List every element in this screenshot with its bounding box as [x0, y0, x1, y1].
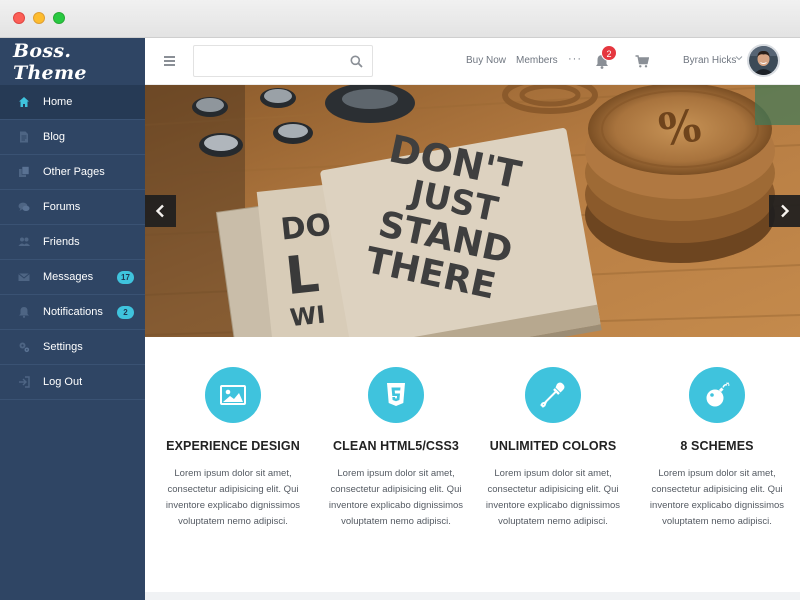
top-bar: Buy Now Members ··· 2 Byran Hicks	[145, 38, 800, 85]
minimize-window-button[interactable]	[33, 12, 45, 24]
feature-card: 8 SCHEMES Lorem ipsum dolor sit amet, co…	[629, 337, 793, 592]
feature-description: Lorem ipsum dolor sit amet, consectetur …	[328, 468, 464, 527]
sidebar-item-friends[interactable]: Friends	[0, 225, 145, 260]
chevron-down-icon[interactable]	[735, 54, 743, 62]
svg-text:L: L	[283, 244, 322, 307]
sidebar-item-label: Blog	[43, 131, 66, 143]
sidebar-item-label: Forums	[43, 201, 81, 213]
search-input[interactable]	[200, 52, 340, 70]
maximize-window-button[interactable]	[53, 12, 65, 24]
people-icon	[18, 237, 30, 246]
sidebar: Boss. Theme Home Blog Other Pages Forums…	[0, 38, 145, 600]
bomb-icon	[706, 382, 730, 407]
feature-icon-circle	[368, 367, 424, 423]
slider-prev-button[interactable]	[145, 195, 176, 227]
sidebar-item-settings[interactable]: Settings	[0, 330, 145, 365]
feature-title: UNLIMITED COLORS	[489, 439, 617, 453]
mail-icon	[18, 273, 30, 281]
sidebar-item-messages[interactable]: Messages 17	[0, 260, 145, 295]
pages-icon	[19, 166, 30, 177]
sidebar-item-label: Messages	[43, 271, 94, 283]
chevron-left-icon	[155, 204, 164, 218]
avatar[interactable]	[747, 44, 780, 77]
svg-text:WI: WI	[289, 301, 327, 333]
search-box	[193, 45, 373, 77]
close-window-button[interactable]	[13, 12, 25, 24]
svg-text:%: %	[656, 100, 705, 156]
document-icon	[20, 131, 28, 143]
buy-now-link[interactable]: Buy Now	[466, 55, 506, 66]
notifications-count-badge: 2	[117, 306, 134, 319]
menu-toggle-icon[interactable]	[164, 56, 175, 66]
sidebar-item-log-out[interactable]: Log Out	[0, 365, 145, 400]
bell-icon	[19, 307, 29, 318]
sidebar-item-forums[interactable]: Forums	[0, 190, 145, 225]
notification-count-badge: 2	[601, 45, 617, 61]
window-titlebar	[0, 0, 800, 38]
svg-text:DO: DO	[279, 207, 333, 247]
sidebar-item-label: Friends	[43, 236, 80, 248]
feature-description: Lorem ipsum dolor sit amet, consectetur …	[649, 468, 785, 527]
more-menu-button[interactable]: ···	[568, 53, 582, 65]
hero-slider: % DO L WI DON'T JUST STAND THERE	[145, 85, 800, 337]
sidebar-item-other-pages[interactable]: Other Pages	[0, 155, 145, 190]
image-icon	[220, 385, 246, 405]
sidebar-item-home[interactable]: Home	[0, 85, 145, 120]
members-link[interactable]: Members	[516, 55, 558, 66]
feature-description: Lorem ipsum dolor sit amet, consectetur …	[485, 468, 621, 527]
logout-icon	[19, 376, 30, 388]
chat-icon	[18, 202, 30, 211]
content-bottom-edge	[145, 592, 800, 600]
feature-card: EXPERIENCE DESIGN Lorem ipsum dolor sit …	[145, 337, 309, 592]
chevron-right-icon	[781, 204, 790, 218]
feature-title: EXPERIENCE DESIGN	[166, 439, 300, 453]
sidebar-item-label: Settings	[43, 341, 83, 353]
feature-icon-circle	[525, 367, 581, 423]
eyedropper-icon	[540, 382, 565, 408]
html5-icon	[387, 383, 405, 406]
sidebar-item-notifications[interactable]: Notifications 2	[0, 295, 145, 330]
hero-image: % DO L WI DON'T JUST STAND THERE	[145, 85, 800, 337]
sidebar-item-blog[interactable]: Blog	[0, 120, 145, 155]
feature-icon-circle	[689, 367, 745, 423]
search-icon[interactable]	[350, 55, 363, 68]
cart-icon[interactable]	[635, 55, 649, 68]
sidebar-item-label: Notifications	[43, 306, 103, 318]
feature-card: CLEAN HTML5/CSS3 Lorem ipsum dolor sit a…	[308, 337, 472, 592]
sidebar-item-label: Log Out	[43, 376, 83, 388]
brand-logo[interactable]: Boss. Theme	[0, 38, 145, 85]
features-section: EXPERIENCE DESIGN Lorem ipsum dolor sit …	[145, 337, 800, 592]
sidebar-item-label: Home	[43, 96, 73, 108]
feature-card: UNLIMITED COLORS Lorem ipsum dolor sit a…	[465, 337, 629, 592]
feature-title: 8 SCHEMES	[680, 439, 754, 453]
feature-icon-circle	[205, 367, 261, 423]
messages-count-badge: 17	[117, 271, 134, 284]
gear-icon	[19, 342, 30, 353]
user-name[interactable]: Byran Hicks	[683, 55, 736, 66]
slider-next-button[interactable]	[769, 195, 800, 227]
feature-title: CLEAN HTML5/CSS3	[333, 439, 459, 453]
home-icon	[19, 97, 29, 107]
feature-description: Lorem ipsum dolor sit amet, consectetur …	[165, 468, 301, 527]
sidebar-item-label: Other Pages	[43, 166, 105, 178]
